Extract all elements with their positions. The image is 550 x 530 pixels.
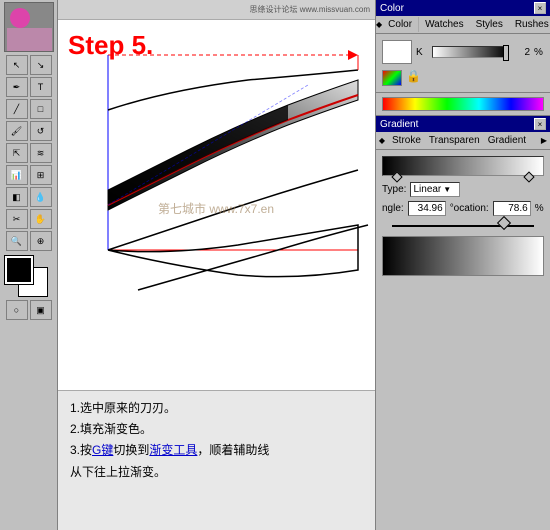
- location-input[interactable]: 78.6: [493, 201, 531, 216]
- highlight-g: G键: [92, 443, 113, 457]
- color-panel: Color × ◆ Color Watches Styles Rushes ▶ …: [376, 0, 550, 93]
- tool-mesh[interactable]: ⊞: [30, 165, 52, 185]
- tool-select[interactable]: ↘: [30, 55, 52, 75]
- gradient-content: Type: Linear ▼ ngle: 34.96 °ocation: 78.…: [376, 150, 550, 282]
- gradient-panel-title: Gradient ×: [376, 116, 550, 132]
- tool-extra[interactable]: ⊕: [30, 231, 52, 251]
- type-label: Type:: [382, 184, 406, 195]
- gradient-slider-track: [392, 225, 534, 227]
- color-swatch-preview[interactable]: [382, 40, 412, 64]
- watermark-text: 思绦设计论坛 www.missvuan.com: [250, 4, 370, 15]
- highlight-gradient: 渐变工具: [149, 443, 197, 457]
- gradient-thumb-right[interactable]: [523, 171, 534, 182]
- tool-scale[interactable]: ⇱: [6, 143, 28, 163]
- tool-hand[interactable]: ✋: [30, 209, 52, 229]
- avatar: [4, 2, 54, 52]
- color-icon-row: 🔒: [382, 70, 544, 86]
- top-bar: 思绦设计论坛 www.missvuan.com: [58, 0, 375, 20]
- tool-text[interactable]: T: [30, 77, 52, 97]
- location-unit: %: [535, 203, 544, 214]
- instruction-4: 从下往上拉渐变。: [70, 463, 363, 482]
- spectrum-bar: [382, 97, 544, 111]
- canvas-area: 思绦设计论坛 www.missvuan.com Step 5.: [58, 0, 375, 530]
- slider-k-label: K: [416, 47, 428, 58]
- instruction-3: 3.按G键切换到渐变工具，顺着辅助线: [70, 441, 363, 460]
- tool-graph[interactable]: 📊: [6, 165, 28, 185]
- color-panel-label: Color: [380, 3, 404, 14]
- tab-watches[interactable]: Watches: [419, 17, 470, 32]
- tool-mode1[interactable]: ○: [6, 300, 28, 320]
- k-slider-thumb[interactable]: [503, 45, 509, 61]
- gp-arrow-right[interactable]: ▶: [538, 136, 550, 145]
- gradient-slider-diamond[interactable]: [497, 216, 511, 230]
- tool-paintbrush[interactable]: 🖌: [6, 121, 28, 141]
- tool-line[interactable]: ╱: [6, 99, 28, 119]
- gradient-preview-bar[interactable]: [382, 156, 544, 176]
- gradient-panel: Gradient × ◆ Stroke Transparen Gradient …: [376, 116, 550, 530]
- right-panel: Color × ◆ Color Watches Styles Rushes ▶ …: [375, 0, 550, 530]
- angle-value: 34.96: [418, 203, 443, 214]
- tool-arrow[interactable]: ↖: [6, 55, 28, 75]
- k-slider[interactable]: [432, 46, 508, 58]
- gradient-thumb-left[interactable]: [391, 171, 402, 182]
- tab-styles[interactable]: Styles: [470, 17, 509, 32]
- gp-tab-stroke[interactable]: Stroke: [388, 133, 425, 148]
- instruction-1: 1.选中原来的刀刃。: [70, 399, 363, 418]
- foreground-color[interactable]: [5, 256, 33, 284]
- tool-mode2[interactable]: ▣: [30, 300, 52, 320]
- tab-color[interactable]: Color: [382, 17, 419, 32]
- tool-scissors[interactable]: ✂: [6, 209, 28, 229]
- type-select[interactable]: Linear ▼: [410, 182, 460, 197]
- lock-icon: 🔒: [406, 70, 421, 86]
- color-swatch-row: K 2 %: [382, 40, 544, 64]
- tool-pen[interactable]: ✒: [6, 77, 28, 97]
- tool-section: ↖ ↘ ✒ T ╱ □ 🖌 ↺ ⇱ ≋ 📊 ⊞: [0, 54, 57, 252]
- angle-input[interactable]: 34.96: [408, 201, 446, 216]
- instructions-panel: 1.选中原来的刀刃。 2.填充渐变色。 3.按G键切换到渐变工具，顺着辅助线 从…: [58, 390, 375, 530]
- gp-arrow-left[interactable]: ◆: [376, 136, 388, 145]
- tab-rushes[interactable]: Rushes: [509, 17, 550, 32]
- tool-zoom[interactable]: 🔍: [6, 231, 28, 251]
- tool-gradient[interactable]: ◧: [6, 187, 28, 207]
- gp-tab-transparent[interactable]: Transparen: [425, 133, 484, 148]
- angle-label: ngle:: [382, 203, 404, 214]
- main-canvas: Step 5.: [58, 20, 375, 530]
- tool-eyedrop[interactable]: 💧: [30, 187, 52, 207]
- tool-rotate[interactable]: ↺: [30, 121, 52, 141]
- k-unit: %: [534, 47, 544, 58]
- gradient-panel-tabs: ◆ Stroke Transparen Gradient ▶: [376, 132, 550, 150]
- gradient-panel-label: Gradient: [380, 119, 418, 130]
- k-value: 2: [512, 47, 530, 58]
- instruction-2: 2.填充渐变色。: [70, 420, 363, 439]
- tool-rect[interactable]: □: [30, 99, 52, 119]
- gradient-slider-row: [382, 220, 544, 232]
- angle-row: ngle: 34.96 °ocation: 78.6 %: [382, 201, 544, 216]
- left-toolbar: ↖ ↘ ✒ T ╱ □ 🖌 ↺ ⇱ ≋ 📊 ⊞: [0, 0, 58, 530]
- color-spectrum[interactable]: [382, 70, 402, 86]
- type-row: Type: Linear ▼: [382, 182, 544, 197]
- tool-warp[interactable]: ≋: [30, 143, 52, 163]
- color-panel-close[interactable]: ×: [534, 2, 546, 14]
- location-value: 78.6: [508, 203, 527, 214]
- color-panel-tabs: ◆ Color Watches Styles Rushes ▶: [376, 16, 550, 34]
- gp-tab-gradient[interactable]: Gradient: [484, 133, 530, 148]
- color-panel-title: Color ×: [376, 0, 550, 16]
- location-label: °ocation:: [450, 203, 489, 214]
- type-value: Linear: [413, 184, 441, 195]
- canvas-watermark: 第七城市 www.7x7.en: [158, 200, 274, 217]
- gradient-panel-close[interactable]: ×: [534, 118, 546, 130]
- mini-gradient-bar-area: [376, 93, 550, 116]
- color-selector: [5, 256, 53, 296]
- type-select-arrow: ▼: [443, 185, 451, 194]
- gradient-final-preview: [382, 236, 544, 276]
- color-content: K 2 % 🔒: [376, 34, 550, 92]
